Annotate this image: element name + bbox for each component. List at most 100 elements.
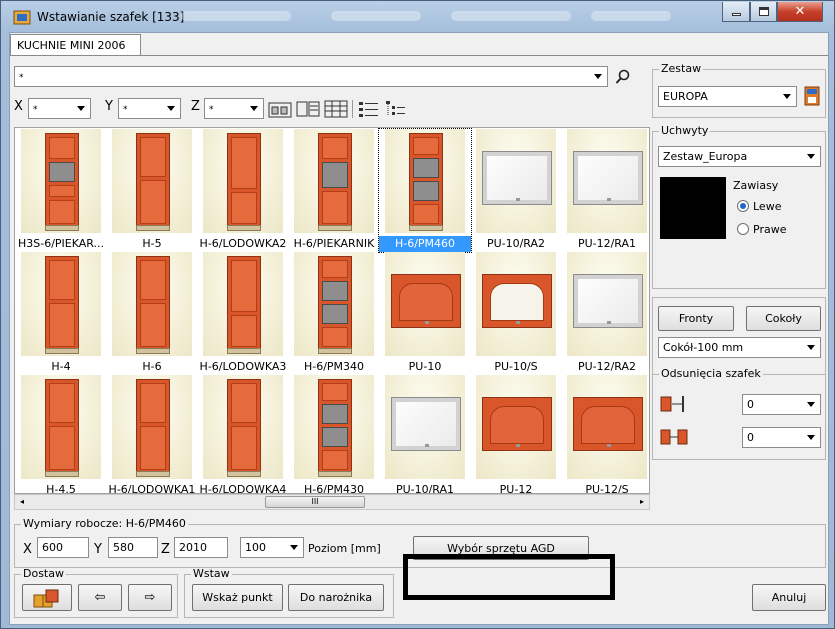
tall-cabinet-image <box>136 256 170 354</box>
view-tree-icon[interactable] <box>385 100 407 118</box>
cabinet-tile[interactable]: H-6/LODOWKA4 <box>197 375 289 493</box>
wall-cabinet-image <box>391 397 461 451</box>
fronty-button[interactable]: Fronty <box>658 306 734 331</box>
cabinet-tile[interactable]: H-6/LODOWKA2 <box>197 129 289 252</box>
maximize-button[interactable] <box>750 2 777 22</box>
cokol-value: Cokół-100 mm <box>663 341 744 354</box>
z-dim-input[interactable]: 2010 <box>174 537 228 558</box>
poziom-combo[interactable]: 100 <box>240 537 304 558</box>
wall-cabinet-image <box>573 274 643 328</box>
z-filter-label: Z <box>191 99 200 114</box>
cabinet-tile[interactable]: PU-10/RA1 <box>379 375 471 493</box>
cabinet-door <box>49 303 75 347</box>
view-medium-icon[interactable] <box>296 100 320 118</box>
chevron-down-icon <box>594 74 602 79</box>
cabinet-tile-label: PU-10/RA2 <box>486 237 546 250</box>
cabinet-tile[interactable]: PU-12/RA2 <box>561 252 649 375</box>
horizontal-scrollbar[interactable]: ◂ III ▸ <box>14 494 650 510</box>
cabinet-tile[interactable]: H-6/PM430 <box>288 375 380 493</box>
cabinet-tile[interactable]: H-4.5 <box>15 375 107 494</box>
cabinet-tile[interactable]: H-6/PM460 <box>378 128 472 253</box>
cabinet-grid: H3S-6/PIEKAR... H-5 H-6/LODOWKA2 H-6/PIEKAR… <box>14 127 650 494</box>
cokoly-button[interactable]: Cokoły <box>746 306 821 331</box>
dostaw-right-button[interactable]: ⇨ <box>128 584 172 611</box>
cabinet-tile[interactable]: H-5 <box>106 129 198 252</box>
cabinet-tile[interactable]: H-6/PM340 <box>288 252 380 375</box>
x-dim-input[interactable]: 600 <box>37 537 89 558</box>
chevron-down-icon <box>250 106 258 111</box>
view-large-icon[interactable] <box>268 100 292 118</box>
dostaw-cabinet-button[interactable] <box>22 584 72 611</box>
cabinet-tile[interactable]: PU-10/S <box>470 252 562 375</box>
cabinet-tile-label: H-5 <box>142 237 162 250</box>
filter-combo[interactable]: * <box>14 66 608 87</box>
handle-preview <box>660 177 726 239</box>
anuluj-button[interactable]: Anuluj <box>752 584 826 611</box>
odsuniecia-label: Odsunięcia szafek <box>659 367 763 380</box>
cabinet-tile[interactable]: H-6/LODOWKA3 <box>197 252 289 375</box>
filter-value: * <box>19 73 24 83</box>
cabinet-tile[interactable]: PU-12 <box>470 375 562 493</box>
tall-cabinet-image <box>318 256 352 354</box>
lewe-radio[interactable] <box>737 200 749 212</box>
z-filter-combo[interactable]: * <box>204 98 264 119</box>
zestaw-label: Zestaw <box>659 62 704 75</box>
cabinet-tile[interactable]: H-6/LODOWKA1 <box>106 375 198 494</box>
dialog-client-area: KUCHNIE MINI 2006 * X * Y * Z * H3S-6/PI… <box>9 32 829 625</box>
title-bar[interactable]: Wstawianie szafek [133] ✕ <box>1 1 835 33</box>
app-icon <box>13 10 31 25</box>
oven-appliance <box>413 158 439 178</box>
offset-back-combo[interactable]: 0 <box>742 394 821 415</box>
y-dim-input[interactable]: 580 <box>108 537 158 558</box>
oven-appliance <box>322 304 348 324</box>
wall-cabinet-image <box>482 274 552 328</box>
save-set-icon[interactable] <box>804 86 820 106</box>
z-filter-value: * <box>209 105 214 115</box>
tab-kuchnie-mini-2006[interactable]: KUCHNIE MINI 2006 <box>10 34 141 56</box>
cabinet-door <box>322 137 348 159</box>
cabinet-tile[interactable]: PU-10 <box>379 252 471 375</box>
prawe-radio[interactable] <box>737 223 749 235</box>
offset-side-combo[interactable]: 0 <box>742 427 821 448</box>
cabinet-tile[interactable]: PU-10/RA2 <box>470 129 562 252</box>
scroll-left-icon[interactable]: ◂ <box>16 496 28 508</box>
tall-cabinet-image <box>136 379 170 477</box>
cabinet-tile[interactable]: H3S-6/PIEKAR... <box>15 129 107 252</box>
cabinet-tile[interactable]: H-4 <box>15 252 107 375</box>
offset-side-value: 0 <box>747 431 754 444</box>
scroll-thumb[interactable]: III <box>265 496 365 508</box>
cabinet-tile[interactable]: PU-12/RA1 <box>561 129 649 252</box>
zawiasy-label: Zawiasy <box>733 179 779 192</box>
cabinet-tile[interactable]: H-6 <box>106 252 198 375</box>
highlight-frame <box>403 554 615 600</box>
cabinet-door <box>140 137 166 177</box>
cabinet-tile-label: H-6/PM340 <box>303 360 365 373</box>
add-cabinet-icon <box>33 589 59 607</box>
cokol-combo[interactable]: Cokół-100 mm <box>658 337 821 358</box>
wall-cabinet-image <box>573 397 643 451</box>
view-list-icon[interactable] <box>358 100 380 118</box>
y-filter-combo[interactable]: * <box>118 98 181 119</box>
door-panel <box>490 283 544 321</box>
wskaz-punkt-button[interactable]: Wskaż punkt <box>192 584 283 611</box>
z-dim-value: 2010 <box>179 541 207 554</box>
cabinet-tile-label: H-6/LODOWKA1 <box>108 483 196 494</box>
cabinet-tile-label: H-4.5 <box>46 483 76 494</box>
search-icon[interactable] <box>615 69 631 85</box>
door-panel <box>581 406 635 444</box>
x-filter-combo[interactable]: * <box>28 98 91 119</box>
view-small-icon[interactable] <box>324 100 348 118</box>
uchwyty-combo[interactable]: Zestaw_Europa <box>658 146 821 167</box>
door-panel <box>399 283 453 321</box>
minimize-button[interactable] <box>722 2 750 22</box>
scroll-right-icon[interactable]: ▸ <box>636 496 648 508</box>
cabinet-door <box>413 137 439 155</box>
close-button[interactable]: ✕ <box>777 2 823 22</box>
cabinet-door <box>231 426 257 470</box>
handle-icon <box>607 198 611 201</box>
dostaw-left-button[interactable]: ⇦ <box>78 584 122 611</box>
cabinet-tile[interactable]: PU-12/S <box>561 375 649 493</box>
do-naroznika-button[interactable]: Do narożnika <box>288 584 384 611</box>
zestaw-combo[interactable]: EUROPA <box>658 86 797 107</box>
cabinet-tile[interactable]: H-6/PIEKARNIK <box>288 129 380 252</box>
